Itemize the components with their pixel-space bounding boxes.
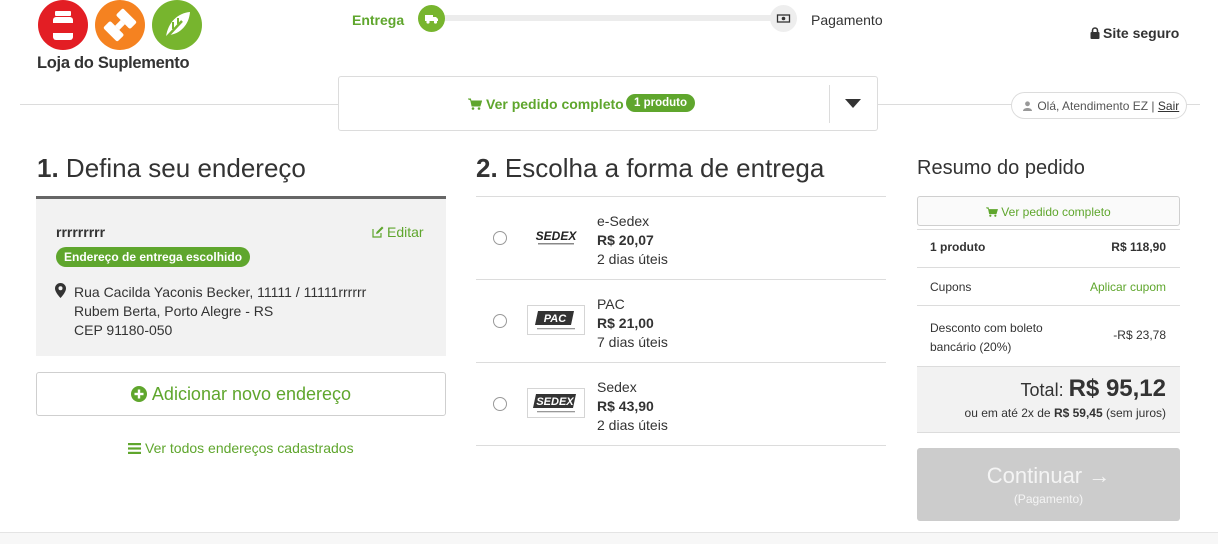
product-count-badge: 1 produto — [626, 94, 696, 112]
shipping-option-pac[interactable]: PAC PAC R$ 21,00 7 dias úteis — [476, 279, 886, 362]
svg-text:SEDEX: SEDEX — [536, 229, 578, 243]
store-logo[interactable]: Loja do Suplemento — [37, 0, 207, 76]
shipping-option-esedex[interactable]: SEDEX e-Sedex R$ 20,07 2 dias úteis — [476, 196, 886, 279]
discount-value: -R$ 23,78 — [1113, 328, 1166, 342]
summary-view-order-button[interactable]: Ver pedido completo — [917, 196, 1180, 226]
order-summary-toggle[interactable]: Ver pedido completo 1 produto — [338, 76, 878, 131]
shipping-radio[interactable] — [493, 231, 507, 245]
logout-link[interactable]: Sair — [1158, 99, 1179, 113]
shipping-name: e-Sedex — [597, 213, 650, 229]
shipping-name: Sedex — [597, 379, 637, 395]
installments-value: R$ 59,45 — [1053, 406, 1103, 420]
apply-coupon-link[interactable]: Aplicar cupom — [1090, 280, 1166, 294]
address-zip: CEP 91180-050 — [74, 322, 173, 338]
site-secure: Site seguro — [1090, 25, 1179, 41]
summary-total: Total: R$ 95,12 ou em até 2x de R$ 59,45… — [917, 366, 1180, 433]
edit-address-button[interactable]: Editar — [372, 224, 424, 240]
svg-text:SEDEX: SEDEX — [536, 396, 574, 408]
address-step-number: 1. — [37, 153, 59, 183]
summary-products-row: 1 produto R$ 118,90 — [917, 229, 1180, 267]
brand-name: Loja do Suplemento — [37, 54, 190, 72]
view-all-addresses-link[interactable]: Ver todos endereços cadastrados — [128, 440, 354, 456]
dumbbell-icon — [95, 0, 145, 50]
installments-prefix: ou em até 2x de — [964, 406, 1051, 420]
shipping-radio[interactable] — [493, 314, 507, 328]
selected-address-card: rrrrrrrrr Editar Endereço de entrega esc… — [36, 196, 446, 356]
edit-address-label: Editar — [387, 224, 424, 240]
summary-title: Resumo do pedido — [917, 157, 1085, 179]
address-lines: Rua Cacilda Yaconis Becker, 11111 / 1111… — [74, 283, 366, 340]
user-greeting: Olá, Atendimento EZ | Sair — [1011, 92, 1187, 119]
page-footer-strip — [0, 532, 1218, 544]
shipping-days: 2 dias úteis — [597, 417, 668, 433]
sedex-logo: SEDEX — [527, 222, 585, 252]
total-line: Total: R$ 95,12 — [1021, 375, 1166, 403]
coupons-label: Cupons — [930, 280, 972, 294]
shipping-step-number: 2. — [476, 153, 498, 183]
site-secure-label: Site seguro — [1103, 25, 1180, 41]
sedex-logo: SEDEX — [527, 388, 585, 418]
shipping-price: R$ 43,90 — [597, 398, 654, 414]
money-icon — [770, 5, 797, 32]
chosen-address-badge: Endereço de entrega escolhido — [56, 247, 251, 267]
discount-label: Desconto com boleto bancário (20%) — [930, 319, 1043, 357]
pac-logo: PAC — [527, 305, 585, 335]
shipping-days: 7 dias úteis — [597, 334, 668, 350]
svg-text:PAC: PAC — [544, 313, 567, 325]
add-address-button[interactable]: Adicionar novo endereço — [36, 372, 446, 416]
shipping-radio[interactable] — [493, 397, 507, 411]
summary-view-order-label: Ver pedido completo — [1001, 205, 1111, 219]
view-order-label: Ver pedido completo — [486, 96, 624, 112]
cart-icon — [468, 98, 483, 110]
user-icon — [1023, 101, 1032, 111]
greeting-separator: | — [1151, 99, 1155, 113]
installments-line: ou em até 2x de R$ 59,45 (sem juros) — [965, 406, 1166, 420]
total-value: R$ 95,12 — [1068, 375, 1166, 402]
shipping-option-sedex[interactable]: SEDEX Sedex R$ 43,90 2 dias úteis — [476, 362, 886, 445]
view-all-addresses-label: Ver todos endereços cadastrados — [145, 440, 354, 456]
products-value: R$ 118,90 — [1111, 240, 1166, 254]
logo-icons — [38, 0, 208, 52]
supplement-jar-icon — [38, 0, 88, 50]
checkout-steps: Entrega Pagamento — [350, 4, 890, 34]
address-street: Rua Cacilda Yaconis Becker, 11111 / 1111… — [74, 284, 367, 300]
step-current-label: Entrega — [352, 12, 405, 28]
toggle-divider — [829, 85, 830, 123]
leaf-icon — [152, 0, 202, 50]
continue-sublabel: (Pagamento) — [1013, 492, 1084, 506]
greeting-text: Olá, Atendimento EZ — [1037, 99, 1149, 113]
chevron-down-icon[interactable] — [845, 99, 861, 108]
address-name: rrrrrrrrr — [56, 224, 106, 240]
cart-icon — [986, 207, 999, 217]
shipping-days: 2 dias úteis — [597, 251, 668, 267]
shipping-name: PAC — [597, 296, 625, 312]
edit-icon — [372, 226, 384, 238]
shipping-title-text: Escolha a forma de entrega — [504, 153, 825, 183]
step-progress-track — [434, 15, 784, 21]
products-label: 1 produto — [930, 240, 986, 254]
shipping-price: R$ 21,00 — [597, 315, 654, 331]
view-order-link[interactable]: Ver pedido completo — [468, 96, 624, 112]
address-title-text: Defina seu endereço — [65, 153, 306, 183]
lock-icon — [1090, 27, 1100, 39]
shipping-price: R$ 20,07 — [597, 232, 654, 248]
address-city: Rubem Berta, Porto Alegre - RS — [74, 303, 274, 319]
add-address-label: Adicionar novo endereço — [151, 384, 352, 404]
address-section-title: 1. Defina seu endereço — [37, 153, 306, 184]
discount-label-line2: bancário (20%) — [930, 340, 1012, 354]
shipping-section-title: 2. Escolha a forma de entrega — [476, 153, 824, 184]
plus-circle-icon — [130, 386, 147, 402]
summary-coupons-row: Cupons Aplicar cupom — [917, 267, 1180, 305]
map-pin-icon — [55, 283, 66, 298]
shipping-list-bottom — [476, 445, 886, 446]
continue-button[interactable]: Continuar → (Pagamento) — [917, 448, 1180, 521]
summary-discount-row: Desconto com boleto bancário (20%) -R$ 2… — [917, 305, 1180, 366]
continue-label: Continuar → — [986, 463, 1111, 488]
total-label: Total: — [1020, 380, 1064, 400]
step-next-label: Pagamento — [811, 12, 883, 28]
list-icon — [128, 443, 141, 454]
truck-icon — [418, 5, 445, 32]
installments-suffix: (sem juros) — [1105, 406, 1166, 420]
discount-label-line1: Desconto com boleto — [930, 321, 1043, 335]
